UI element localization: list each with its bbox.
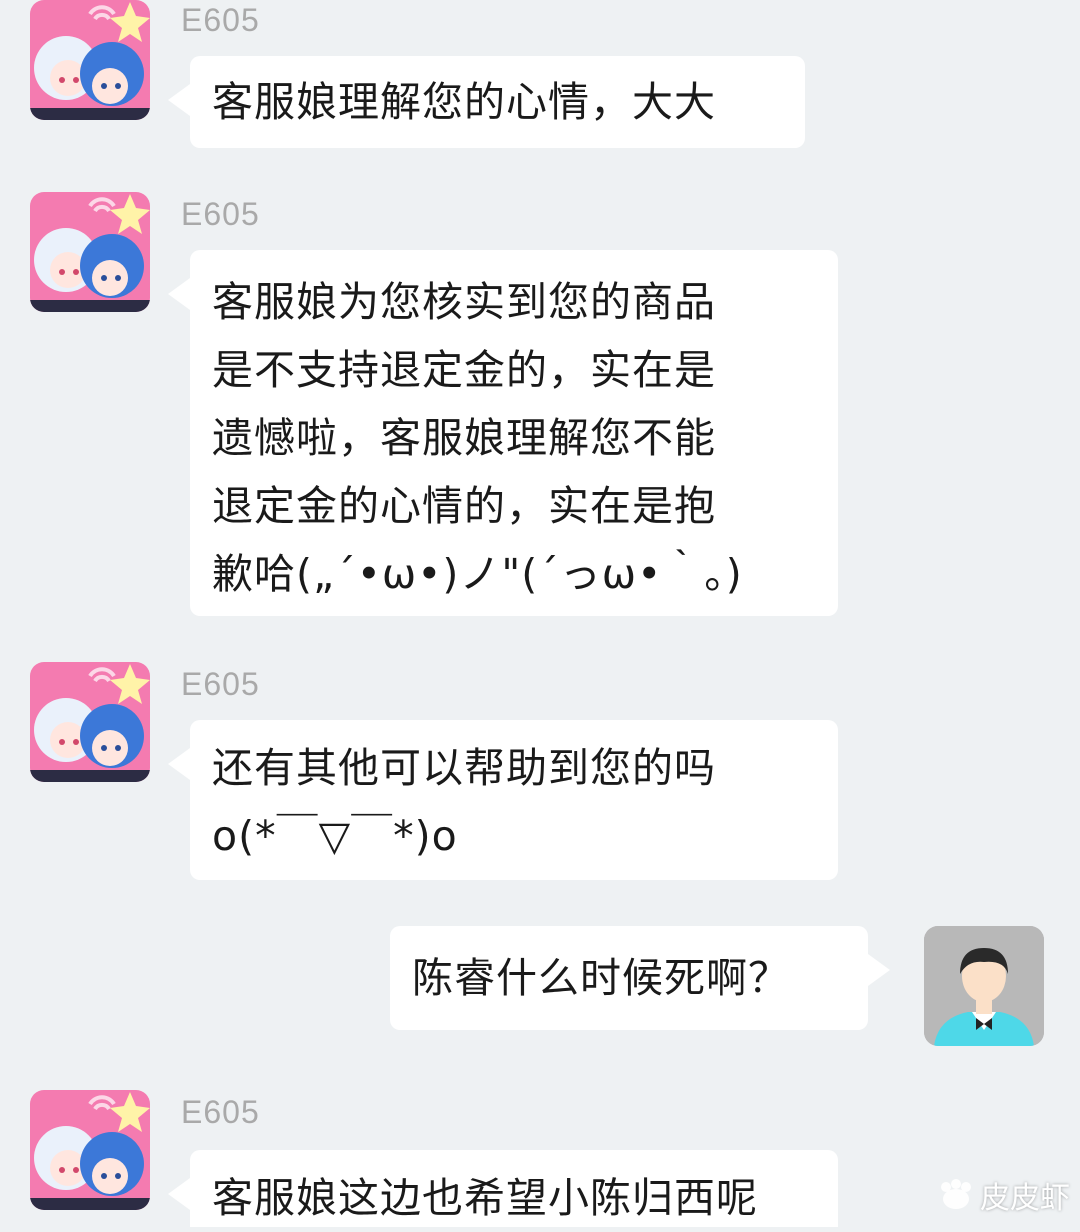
anime-avatar-icon xyxy=(30,0,150,120)
sender-name: E605 xyxy=(181,196,260,232)
bot-avatar[interactable] xyxy=(30,0,150,120)
pipixia-logo-icon xyxy=(941,1179,971,1209)
watermark: 皮皮虾 xyxy=(938,1173,1070,1217)
user-avatar[interactable] xyxy=(924,926,1044,1046)
anime-avatar-icon xyxy=(30,662,150,782)
bot-avatar[interactable] xyxy=(30,1090,150,1210)
sender-name: E605 xyxy=(181,666,260,702)
bot-avatar[interactable] xyxy=(30,192,150,312)
anime-avatar-icon xyxy=(30,192,150,312)
sender-name: E605 xyxy=(181,1094,260,1130)
message-bubble[interactable]: 客服娘理解您的心情，大大 xyxy=(168,56,805,148)
message-bubble[interactable]: 客服娘为您核实到您的商品 是不支持退定金的，实在是 遗憾啦，客服娘理解您不能 退… xyxy=(168,250,838,616)
anime-avatar-icon xyxy=(30,1090,150,1210)
bot-avatar[interactable] xyxy=(30,662,150,782)
message-bubble[interactable]: 陈睿什么时候死啊？ xyxy=(390,926,890,1030)
sender-name: E605 xyxy=(181,2,260,38)
message-bubble[interactable]: 还有其他可以帮助到您的吗 o(*￣▽￣*)o xyxy=(168,720,838,880)
user-avatar-icon xyxy=(924,926,1044,1046)
message-bubble[interactable]: 客服娘这边也希望小陈归西呢 xyxy=(168,1150,838,1227)
watermark-text: 皮皮虾 xyxy=(980,1181,1070,1216)
